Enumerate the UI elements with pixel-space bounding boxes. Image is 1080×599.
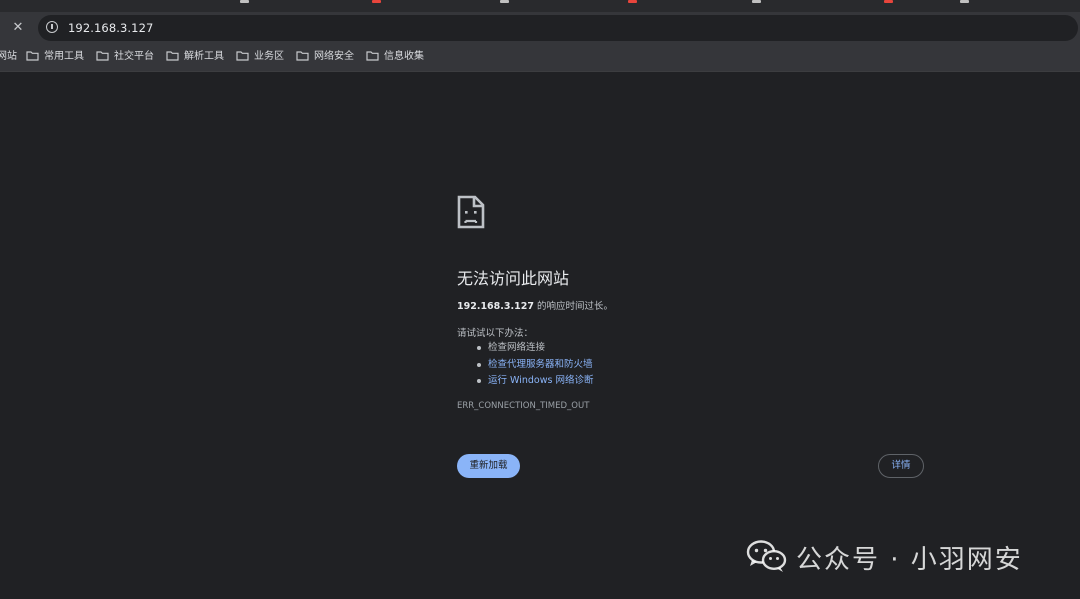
tab-favicon-icon[interactable] xyxy=(500,0,509,3)
error-message: 192.168.3.127 的响应时间过长。 xyxy=(457,298,613,312)
bookmark-label: 解析工具 xyxy=(184,51,224,62)
folder-icon xyxy=(296,51,309,61)
bookmark-folder-business[interactable]: 业务区 xyxy=(236,50,284,64)
wechat-icon xyxy=(746,540,787,572)
tab-favicon-icon[interactable] xyxy=(628,0,637,3)
bookmark-label: 社交平台 xyxy=(114,51,154,62)
tab-strip xyxy=(0,0,1080,12)
error-host: 192.168.3.127 xyxy=(457,301,534,312)
bookmark-folder-parse-tools[interactable]: 解析工具 xyxy=(166,50,224,64)
watermark-text: 公众号 · 小羽网安 xyxy=(796,545,1023,575)
url-text[interactable]: 192.168.3.127 xyxy=(68,21,153,35)
folder-icon xyxy=(366,51,379,61)
tab-favicon-icon[interactable] xyxy=(960,0,969,3)
error-title: 无法访问此网站 xyxy=(457,269,570,288)
suggestion-check-proxy-link[interactable]: 检查代理服务器和防火墙 xyxy=(488,359,593,370)
error-message-suffix: 的响应时间过长。 xyxy=(533,301,613,312)
suggestion-network-diagnostics-link[interactable]: 运行 Windows 网络诊断 xyxy=(488,375,593,386)
suggestion-check-network: 检查网络连接 xyxy=(488,342,546,353)
bookmark-label: 信息收集 xyxy=(384,51,424,62)
details-button[interactable]: 详情 xyxy=(878,454,924,478)
bookmark-label: 网络安全 xyxy=(314,51,354,62)
tab-favicon-icon[interactable] xyxy=(372,0,381,3)
tab-favicon-icon[interactable] xyxy=(884,0,893,3)
tab-favicon-icon[interactable] xyxy=(752,0,761,3)
reload-button[interactable]: 重新加载 xyxy=(457,454,520,478)
list-item: 检查网络连接 xyxy=(476,340,593,357)
tab-favicon-icon[interactable] xyxy=(240,0,249,3)
bookmark-folder-netsec[interactable]: 网络安全 xyxy=(296,50,354,64)
bookmark-folder-common-tools[interactable]: 常用工具 xyxy=(26,50,84,64)
folder-icon xyxy=(236,51,249,61)
folder-icon xyxy=(26,51,39,61)
address-bar[interactable]: 192.168.3.127 xyxy=(38,15,1078,41)
bookmark-label: 常用工具 xyxy=(44,51,84,62)
suggestions-heading: 请试试以下办法： xyxy=(457,328,534,339)
bookmark-label: 网站 xyxy=(0,51,17,62)
sad-page-icon xyxy=(457,195,485,229)
folder-icon xyxy=(166,51,179,61)
bookmarks-bar: 网站 常用工具 社交平台 解析工具 业务区 网络安全 信息收集 xyxy=(0,43,1080,72)
info-icon[interactable] xyxy=(46,21,58,33)
suggestions-list: 检查网络连接 检查代理服务器和防火墙 运行 Windows 网络诊断 xyxy=(476,340,593,390)
bookmark-folder-social[interactable]: 社交平台 xyxy=(96,50,154,64)
list-item[interactable]: 检查代理服务器和防火墙 xyxy=(476,357,593,374)
bookmark-item-site[interactable]: 网站 xyxy=(0,50,17,64)
bookmark-label: 业务区 xyxy=(254,51,284,62)
list-item[interactable]: 运行 Windows 网络诊断 xyxy=(476,373,593,390)
watermark: 公众号 · 小羽网安 xyxy=(726,510,1080,599)
close-icon[interactable]: ✕ xyxy=(10,20,26,36)
browser-toolbar: ✕ 192.168.3.127 xyxy=(0,12,1080,43)
error-code: ERR_CONNECTION_TIMED_OUT xyxy=(457,401,590,411)
folder-icon xyxy=(96,51,109,61)
bookmark-folder-info-gathering[interactable]: 信息收集 xyxy=(366,50,424,64)
